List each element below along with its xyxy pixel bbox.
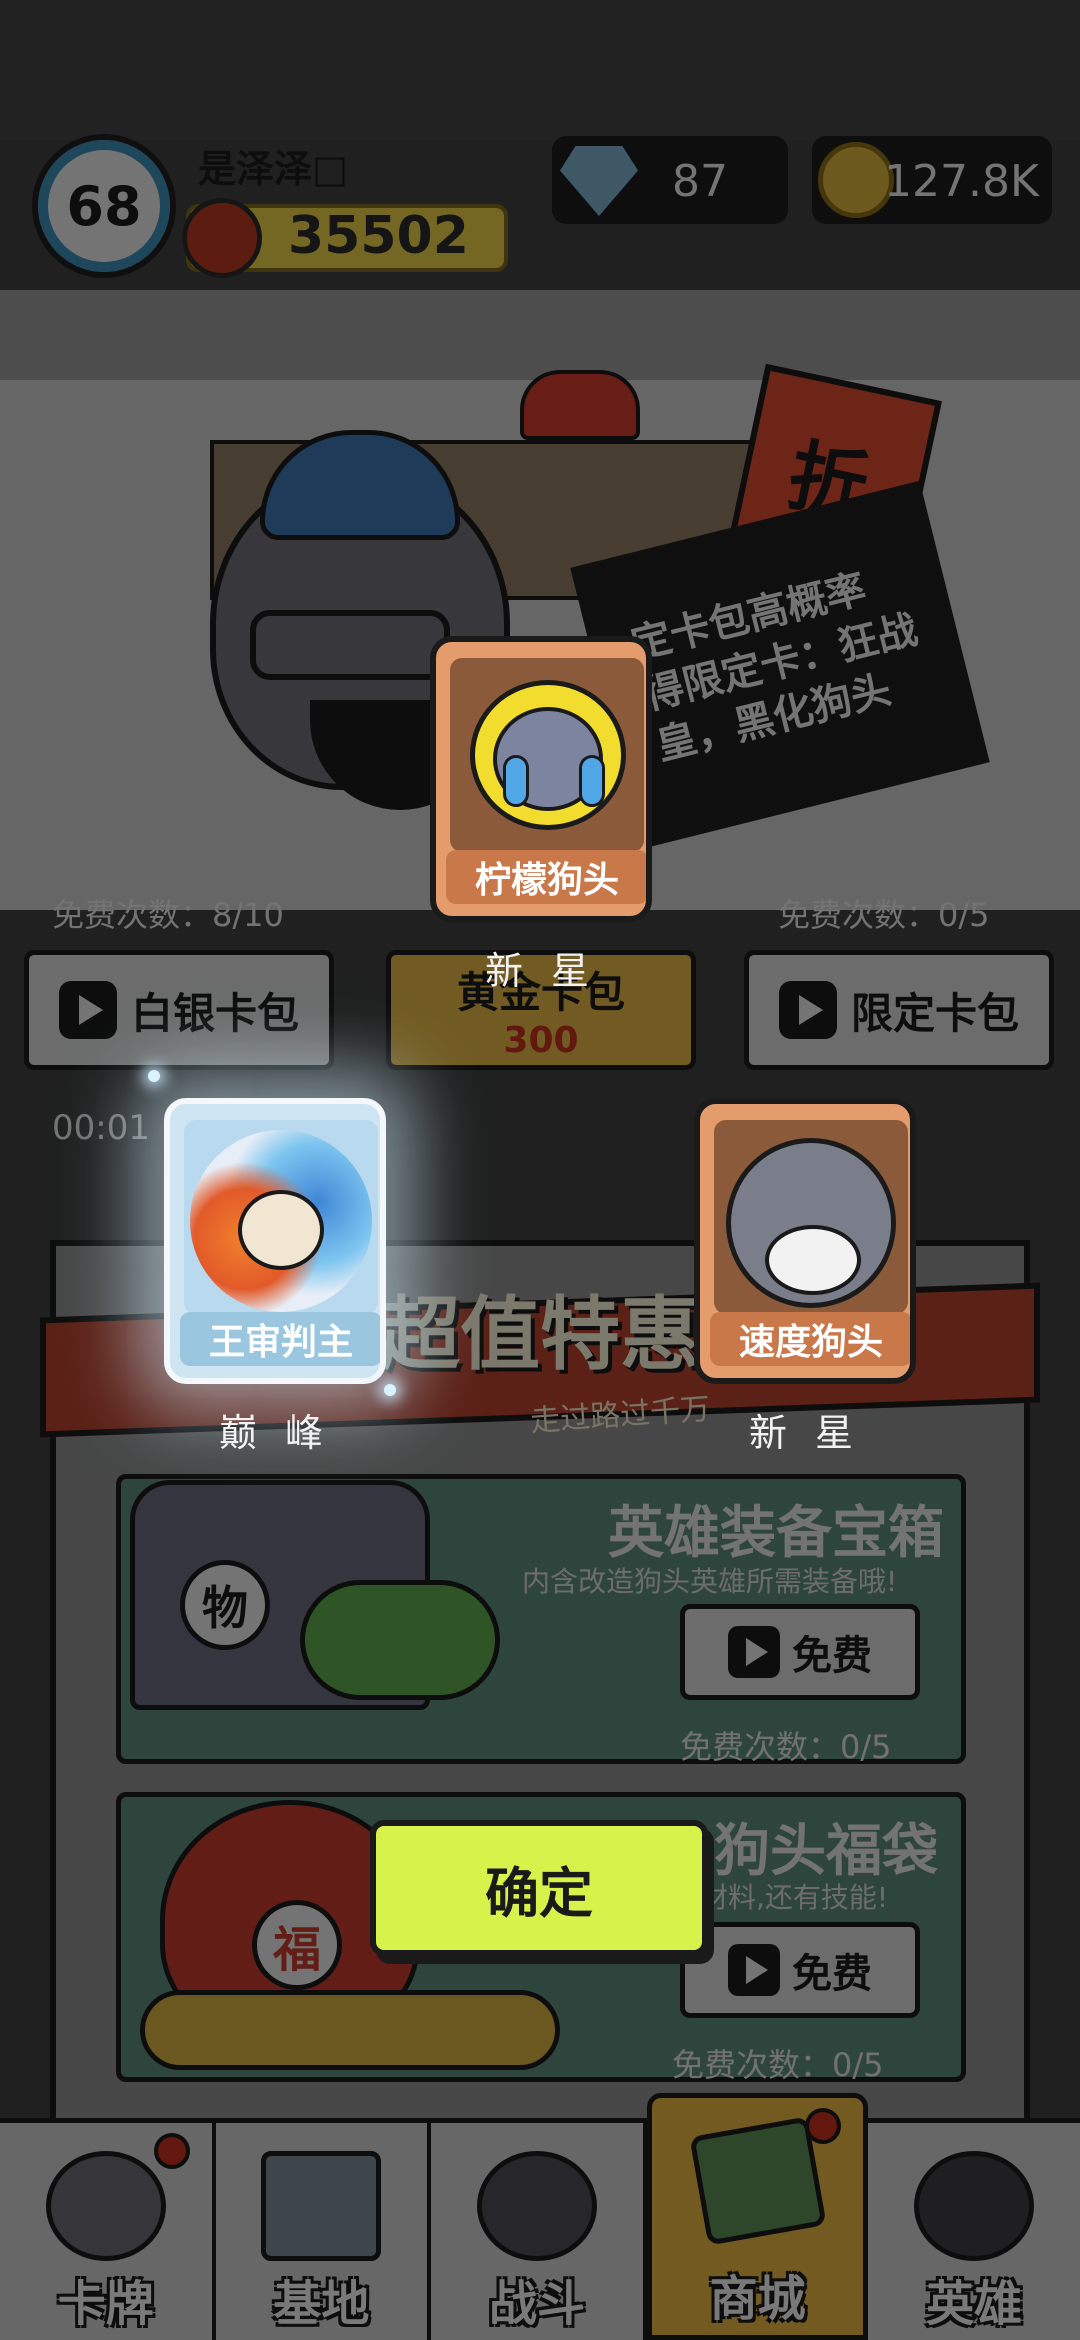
gem-value: 87 <box>672 156 728 207</box>
free-claim-label: 免费 <box>792 1951 872 1997</box>
paw-icon <box>476 2151 597 2261</box>
nav-tab-battle[interactable]: 战斗 <box>431 2123 647 2340</box>
nav-label: 基地 <box>273 2276 370 2332</box>
scene-wall <box>0 290 1080 380</box>
deal-name: 英雄装备宝箱 <box>608 1501 944 1566</box>
confirm-button[interactable]: 确定 <box>370 1820 708 1956</box>
silver-free-count: 免费次数：8/10 <box>52 896 284 934</box>
nav-label: 英雄 <box>926 2276 1023 2332</box>
silver-pack-label: 白银卡包 <box>130 988 299 1038</box>
reward-name: 柠檬狗头 <box>446 850 646 904</box>
nav-tab-shop[interactable]: 商城 <box>646 2093 869 2340</box>
limited-free-count: 免费次数：0/5 <box>778 896 990 934</box>
silver-pack-button[interactable]: 白银卡包 <box>24 950 334 1070</box>
fire-ice-dog-icon <box>190 1130 372 1312</box>
reward-name: 王审判主 <box>180 1312 380 1366</box>
gold-pack-cost: 300 <box>503 1020 579 1061</box>
dog-card-icon <box>45 2151 166 2261</box>
reward-rarity: 新 星 <box>748 1411 862 1455</box>
refresh-timer: 00:01 <box>52 1108 150 1148</box>
reward-card-judge-king[interactable]: 王审判主 <box>164 1098 386 1384</box>
nav-tab-heroes[interactable]: 英雄 <box>868 2123 1080 2340</box>
video-play-icon <box>728 1944 780 1996</box>
round-dog-icon <box>726 1138 896 1308</box>
free-claim-button[interactable]: 免费 <box>680 1922 920 2018</box>
coin-add-icon[interactable] <box>818 142 894 218</box>
deal-free-count: 免费次数：0/5 <box>672 2046 884 2084</box>
deals-title: 超值特惠 <box>380 1288 700 1381</box>
sparkle-icon <box>148 1070 160 1082</box>
video-play-icon <box>728 1626 780 1678</box>
nav-label: 卡牌 <box>57 2276 154 2332</box>
nav-tab-cards[interactable]: 卡牌 <box>0 2123 216 2340</box>
reward-card-speed-dog[interactable]: 速度狗头 <box>694 1098 916 1384</box>
reward-card-lemon-dog[interactable]: 柠檬狗头 <box>430 636 652 922</box>
reward-rarity: 新 星 <box>484 949 598 993</box>
power-value: 35502 <box>288 206 469 266</box>
shopkeeper-glasses <box>250 610 450 680</box>
tear-drop <box>503 755 529 807</box>
hero-dog-icon <box>914 2151 1035 2261</box>
bottom-nav: 卡牌 基地 战斗 商城 英雄 <box>0 2093 1080 2340</box>
coin-value: 127.8K <box>884 156 1039 207</box>
top-bar <box>0 0 1080 140</box>
telephone-icon <box>520 370 640 440</box>
nav-label: 商城 <box>709 2271 806 2327</box>
deal-name: 狗头福袋 <box>714 1819 938 1884</box>
crying-dog-icon <box>470 680 626 830</box>
video-play-icon <box>778 981 837 1039</box>
nav-label: 战斗 <box>488 2276 585 2332</box>
dog-face <box>238 1190 324 1270</box>
tear-drop <box>579 755 605 807</box>
notification-dot <box>805 2108 842 2144</box>
game-screen: 68 是泽泽□ 35502 87 127.8K 折 定卡包高概率 得限定卡：狂战… <box>0 0 1080 2340</box>
castle-icon <box>261 2151 382 2261</box>
free-claim-button[interactable]: 免费 <box>680 1604 920 1700</box>
chest-tag: 物 <box>180 1560 270 1650</box>
nav-tab-base[interactable]: 基地 <box>215 2123 432 2340</box>
reward-name: 速度狗头 <box>710 1312 910 1366</box>
reward-art <box>450 658 644 852</box>
reward-art <box>714 1120 908 1314</box>
level-value: 68 <box>66 174 142 238</box>
deal-description: 材料,还有技能! <box>700 1881 889 1914</box>
limited-pack-button[interactable]: 限定卡包 <box>744 950 1054 1070</box>
sparkle-icon <box>384 1384 396 1396</box>
limited-pack-label: 限定卡包 <box>850 988 1019 1038</box>
notification-dot <box>153 2133 190 2169</box>
dog-muzzle <box>765 1225 861 1295</box>
free-claim-label: 免费 <box>792 1633 872 1679</box>
dino-toy-icon <box>300 1580 500 1700</box>
reward-rarity: 巅 峰 <box>218 1411 332 1455</box>
fist-icon <box>182 198 262 278</box>
player-name: 是泽泽□ <box>198 147 348 191</box>
cash-icon <box>688 2116 827 2246</box>
lucky-bag-mark: 福 <box>252 1900 342 1990</box>
deal-free-count: 免费次数：0/5 <box>680 1728 892 1766</box>
gold-coins-pile <box>140 1990 560 2070</box>
video-play-icon <box>58 981 117 1039</box>
deal-description: 内含改造狗头英雄所需装备哦! <box>522 1565 898 1598</box>
reward-art <box>184 1120 378 1314</box>
level-badge[interactable]: 68 <box>32 134 176 278</box>
